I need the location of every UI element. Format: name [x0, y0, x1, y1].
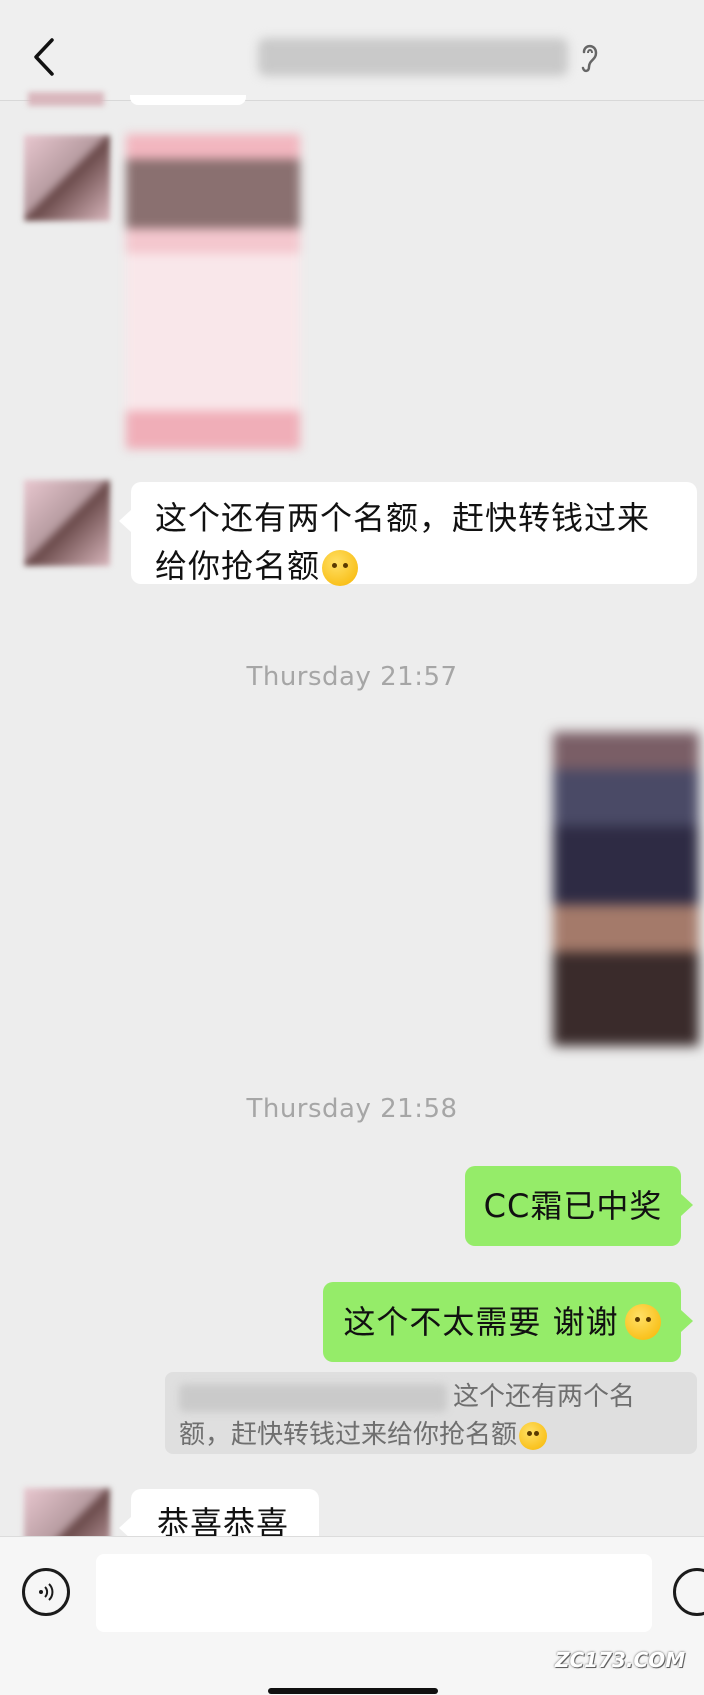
- text-message[interactable]: 这个不太需要 谢谢: [323, 1282, 693, 1362]
- home-indicator: [268, 1688, 438, 1694]
- image-message[interactable]: [553, 732, 699, 1046]
- message-text: CC霜已中奖: [483, 1187, 663, 1225]
- partial-avatar: [28, 92, 104, 106]
- chevron-left-icon[interactable]: [26, 32, 66, 82]
- image-message[interactable]: [126, 134, 300, 449]
- message-text: 这个不太需要 谢谢: [343, 1303, 619, 1341]
- message-input[interactable]: [96, 1554, 652, 1632]
- voice-icon[interactable]: [22, 1568, 70, 1616]
- message-line: 这个还有两个名额，赶快转钱过来: [155, 499, 651, 537]
- text-message[interactable]: 这个还有两个名额，赶快转钱过来 给你抢名额: [119, 482, 697, 586]
- wink-tongue-emoji: [322, 550, 359, 586]
- partial-bubble: [130, 95, 246, 105]
- quoted-message[interactable]: 这个还有两个名 额，赶快转钱过来给你抢名额: [165, 1372, 697, 1454]
- blush-emoji: [624, 1304, 661, 1340]
- wink-tongue-emoji: [519, 1421, 548, 1450]
- timestamp: Thursday 21:58: [246, 1094, 458, 1124]
- text-message[interactable]: CC霜已中奖: [465, 1166, 693, 1246]
- message-line: 给你抢名额: [155, 542, 679, 590]
- avatar[interactable]: [24, 135, 110, 221]
- timestamp: Thursday 21:57: [246, 662, 458, 692]
- quote-line: 这个还有两个名: [179, 1378, 683, 1416]
- quote-line: 额，赶快转钱过来给你抢名额: [179, 1416, 683, 1454]
- quote-sender: [179, 1383, 447, 1412]
- ear-icon[interactable]: [575, 38, 605, 78]
- avatar[interactable]: [24, 480, 110, 566]
- watermark: ZC173.COM: [555, 1648, 686, 1672]
- chat-title: [258, 38, 568, 76]
